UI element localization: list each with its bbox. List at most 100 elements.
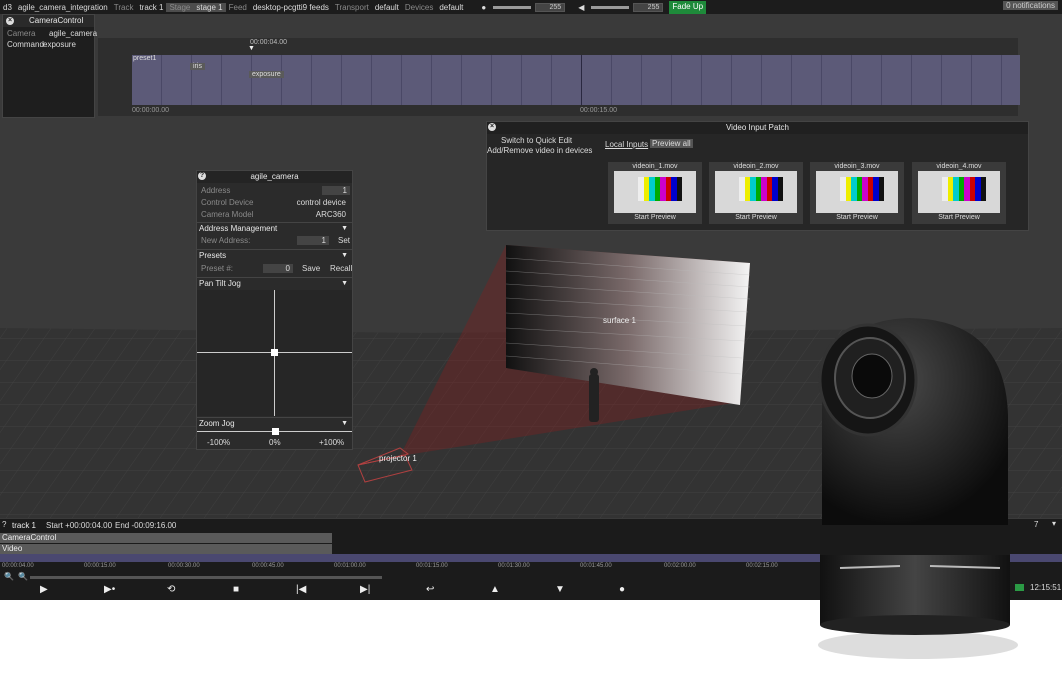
add-remove-video-link[interactable]: Add/Remove video in devices <box>487 146 592 155</box>
projector-label: projector 1 <box>379 454 417 463</box>
start-preview-button[interactable]: Start Preview <box>912 213 1006 223</box>
down-arrow-icon[interactable]: ▼ <box>555 584 565 595</box>
tab-local-inputs[interactable]: Local Inputs <box>605 140 648 149</box>
fade-up-button[interactable]: Fade Up <box>669 0 707 14</box>
stop-icon[interactable]: ■ <box>233 584 239 595</box>
pan-tilt-section[interactable]: Pan Tilt Jog ▼ <box>197 277 352 289</box>
video-input-card[interactable]: videoin_1.mov Start Preview <box>608 162 702 224</box>
tick-label: 00:00:15.00 <box>84 563 116 569</box>
feed-label: Feed <box>228 2 247 12</box>
transport-selector[interactable]: default <box>372 3 402 12</box>
track-end: End -00:09:16.00 <box>115 521 177 530</box>
brightness-value[interactable]: 255 <box>535 2 566 12</box>
start-preview-button[interactable]: Start Preview <box>709 213 803 223</box>
play-to-end-icon[interactable]: ▶• <box>104 584 115 595</box>
set-button[interactable]: Set <box>338 235 350 246</box>
video-input-name: videoin_3.mov <box>834 163 880 170</box>
control-device-value[interactable]: control device <box>297 197 346 208</box>
zoom-slider-handle[interactable] <box>271 428 279 435</box>
tick-label: 00:02:15.00 <box>746 563 778 569</box>
track-name: track 1 <box>12 521 37 530</box>
camera-label: Camera <box>7 29 36 38</box>
help-icon[interactable]: ? <box>2 520 6 529</box>
command-value[interactable]: exposure <box>43 40 76 49</box>
play-icon[interactable]: ▶ <box>40 584 48 595</box>
close-icon[interactable]: × <box>488 123 496 131</box>
loop-section-icon[interactable]: ⟲ <box>167 584 175 595</box>
devices-selector[interactable]: default <box>436 3 466 12</box>
track-layer-cameracontrol[interactable]: CameraControl <box>0 533 332 543</box>
tick-label: 00:00:04.00 <box>2 563 34 569</box>
surface-label: surface 1 <box>603 316 636 325</box>
brightness-icon: ● <box>481 2 487 12</box>
address-field[interactable]: 1 <box>322 186 350 195</box>
record-icon[interactable]: ● <box>619 584 625 595</box>
test-pattern-thumbnail <box>715 171 797 213</box>
address-management-section[interactable]: Address Management ▼ <box>197 222 352 234</box>
presets-section[interactable]: Presets ▼ <box>197 249 352 261</box>
recall-button[interactable]: Recall <box>330 263 352 274</box>
tag-preset1[interactable]: preset1 <box>130 55 159 62</box>
tick-label: 00:00:45.00 <box>252 563 284 569</box>
section-title: Pan Tilt Jog <box>199 279 241 288</box>
brightness-slider[interactable] <box>493 5 532 9</box>
project-name[interactable]: agile_camera_integration <box>15 3 111 12</box>
transport-label: Transport <box>334 2 369 12</box>
video-input-card[interactable]: videoin_3.mov Start Preview <box>810 162 904 224</box>
preset-number-field[interactable]: 0 <box>263 264 293 273</box>
help-icon[interactable]: ? <box>198 172 206 180</box>
camera-value[interactable]: agile_camera <box>49 29 97 38</box>
top-toolbar: d3 agile_camera_integration Track track … <box>0 0 1062 14</box>
track-start: Start +00:00:04.00 <box>46 521 113 530</box>
video-input-card[interactable]: videoin_2.mov Start Preview <box>709 162 803 224</box>
previous-section-icon[interactable]: |◀ <box>296 584 306 595</box>
tick-label: 00:01:30.00 <box>498 563 530 569</box>
feed-selector[interactable]: desktop-pcgtti9 feeds <box>250 3 332 12</box>
tag-iris[interactable]: iris <box>190 63 205 70</box>
zoom-out-icon[interactable]: 🔍 <box>4 572 14 581</box>
chevron-down-icon[interactable]: ▼ <box>341 250 348 262</box>
funnel-icon[interactable]: ▾ <box>1052 519 1056 528</box>
volume-slider[interactable] <box>591 5 630 9</box>
track-layer-video[interactable]: Video <box>0 544 332 554</box>
preview-all-button[interactable]: Preview all <box>650 139 693 148</box>
tag-exposure[interactable]: exposure <box>249 71 284 78</box>
chevron-down-icon[interactable]: ▼ <box>341 278 348 290</box>
video-input-name: videoin_2.mov <box>733 163 779 170</box>
volume-value[interactable]: 255 <box>633 2 664 12</box>
volume-icon: ◀ <box>578 2 585 12</box>
close-icon[interactable]: × <box>6 17 14 25</box>
camera-model-value: ARC360 <box>315 210 346 219</box>
stage-selector[interactable]: stage 1 <box>193 2 226 12</box>
switch-quick-edit-link[interactable]: Switch to Quick Edit <box>501 136 572 145</box>
panel-title: Video Input Patch <box>487 122 1028 134</box>
next-section-icon[interactable]: ▶| <box>360 584 370 595</box>
zoom-mid-label: 0% <box>269 438 281 447</box>
timeline-scrollbar[interactable] <box>30 576 382 579</box>
zoom-min-label: -100% <box>207 438 231 447</box>
up-arrow-icon[interactable]: ▲ <box>490 584 500 595</box>
chevron-down-icon[interactable]: ▼ <box>341 223 348 235</box>
return-icon[interactable]: ↩ <box>426 584 434 595</box>
video-input-card[interactable]: videoin_4.mov Start Preview <box>912 162 1006 224</box>
track-selector[interactable]: track 1 <box>136 3 166 12</box>
test-pattern-thumbnail <box>816 171 898 213</box>
pan-tilt-handle[interactable] <box>271 349 278 356</box>
start-preview-button[interactable]: Start Preview <box>810 213 904 223</box>
zoom-in-icon[interactable]: 🔍 <box>18 572 28 581</box>
stage-label: Stage <box>166 2 194 12</box>
start-preview-button[interactable]: Start Preview <box>608 213 702 223</box>
test-pattern-thumbnail <box>918 171 1000 213</box>
video-input-patch-panel: × Video Input Patch Switch to Quick Edit… <box>486 121 1029 231</box>
chevron-down-icon[interactable]: ▼ <box>341 418 348 430</box>
tick-label: 00:00:30.00 <box>168 563 200 569</box>
playhead-marker[interactable]: ▼ <box>248 45 255 52</box>
new-address-field[interactable]: 1 <box>297 236 329 245</box>
pan-tilt-pad[interactable] <box>197 290 352 416</box>
save-button[interactable]: Save <box>302 263 320 274</box>
human-figure <box>589 374 599 422</box>
notifications-badge[interactable]: 0 notifications <box>1003 1 1058 10</box>
panel-title: agile_camera <box>197 171 352 183</box>
devices-label: Devices <box>404 2 434 12</box>
timeline-track-bar[interactable]: preset1 iris exposure <box>132 55 1020 105</box>
